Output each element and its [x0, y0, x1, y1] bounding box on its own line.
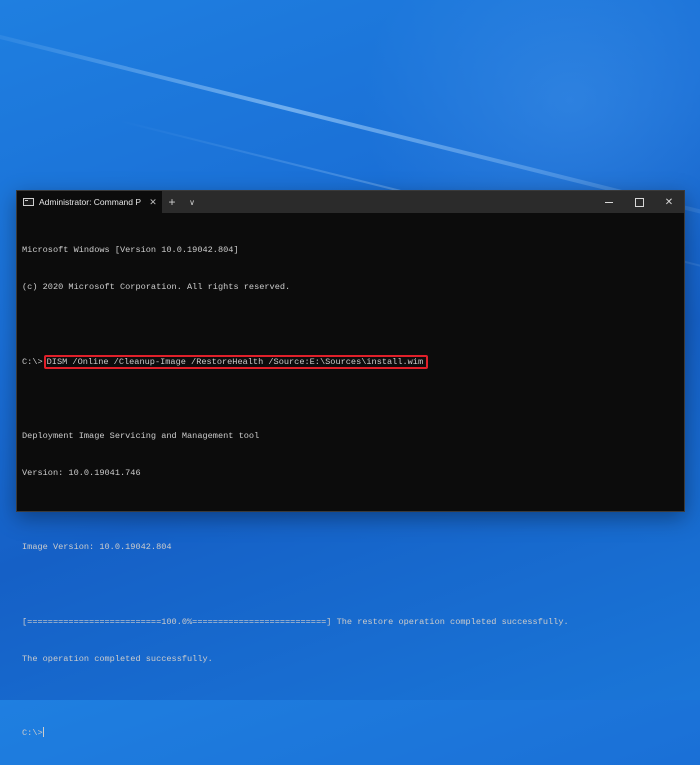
console-line-image-version: Image Version: 10.0.19042.804	[22, 542, 172, 553]
text-cursor	[42, 727, 44, 738]
console-line-result: The operation completed successfully.	[22, 654, 213, 665]
console-line-prompt[interactable]: C:\>	[22, 727, 684, 739]
close-button[interactable]: ✕	[654, 191, 684, 213]
prompt: C:\>	[22, 728, 43, 739]
minimize-button[interactable]	[594, 191, 624, 213]
console-line-version: Microsoft Windows [Version 10.0.19042.80…	[22, 244, 239, 255]
prompt: C:\>	[22, 357, 43, 368]
command-prompt-icon	[23, 198, 34, 206]
maximize-button[interactable]	[624, 191, 654, 213]
tab-close-icon[interactable]: ✕	[146, 197, 160, 208]
console-output[interactable]: Microsoft Windows [Version 10.0.19042.80…	[17, 213, 684, 765]
title-bar[interactable]: Administrator: Command Prompt ✕ + ∨ ✕	[17, 191, 684, 213]
tab-command-prompt[interactable]: Administrator: Command Prompt ✕	[17, 191, 162, 213]
new-tab-button[interactable]: +	[162, 191, 182, 213]
highlighted-command: DISM /Online /Cleanup-Image /RestoreHeal…	[43, 355, 429, 370]
console-line-tool-name: Deployment Image Servicing and Managemen…	[22, 430, 260, 441]
console-line-tool-version: Version: 10.0.19041.746	[22, 468, 141, 479]
tab-title: Administrator: Command Prompt	[39, 197, 141, 207]
tab-dropdown-button[interactable]: ∨	[182, 191, 202, 213]
console-line-command: C:\> DISM /Online /Cleanup-Image /Restore…	[22, 355, 684, 370]
window-controls: ✕	[594, 191, 684, 213]
console-line-progress: [==========================100.0%=======…	[22, 616, 569, 627]
console-line-copyright: (c) 2020 Microsoft Corporation. All righ…	[22, 282, 291, 293]
terminal-window: Administrator: Command Prompt ✕ + ∨ ✕ Mi…	[16, 190, 685, 738]
